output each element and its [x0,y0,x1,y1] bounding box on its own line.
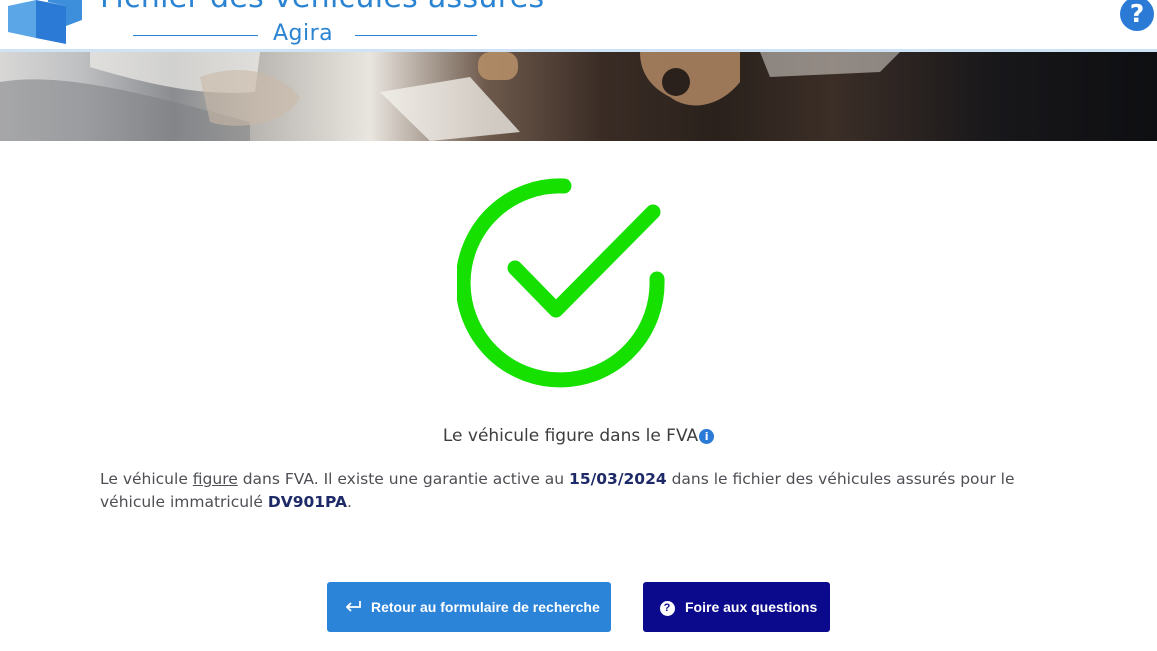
desc-figure-word: figure [192,470,238,488]
hero-banner-image [0,52,1157,141]
help-button[interactable]: ? [1120,0,1154,31]
question-circle-icon: ? [1129,0,1145,28]
agira-logo [8,0,82,44]
result-title-text: Le véhicule figure dans le FVA [442,426,699,446]
faq-label: Foire aux questions [685,599,818,615]
result-title: Le véhicule figure dans le FVA i [0,426,1157,446]
guarantee-date: 15/03/2024 [569,470,667,488]
license-plate: DV901PA [267,493,347,511]
back-to-search-button[interactable]: Retour au formulaire de recherche [327,582,611,632]
subtitle-divider-right [355,35,477,36]
check-circle-icon [457,178,665,388]
app-subtitle: Agira [273,21,334,46]
subtitle-divider-left [133,35,258,36]
desc-text-1: Le véhicule [100,470,193,488]
faq-icon-glyph: ? [659,601,675,616]
return-arrow-icon [343,599,363,615]
back-to-search-label: Retour au formulaire de recherche [371,599,600,615]
app-subtitle-row: Agira [133,20,477,50]
banner-photo [0,52,900,141]
app-header: Fichier des véhicules assurés Agira ? [0,0,1157,52]
faq-question-icon: ? [657,598,677,616]
desc-text-2: dans FVA. Il existe une garantie active … [237,470,570,488]
info-icon[interactable]: i [699,429,715,444]
result-description: Le véhicule figure dans FVA. Il existe u… [100,468,1050,514]
app-title: Fichier des véhicules assurés [100,0,544,15]
faq-button[interactable]: ? Foire aux questions [643,582,830,632]
desc-text-4: . [347,493,352,511]
